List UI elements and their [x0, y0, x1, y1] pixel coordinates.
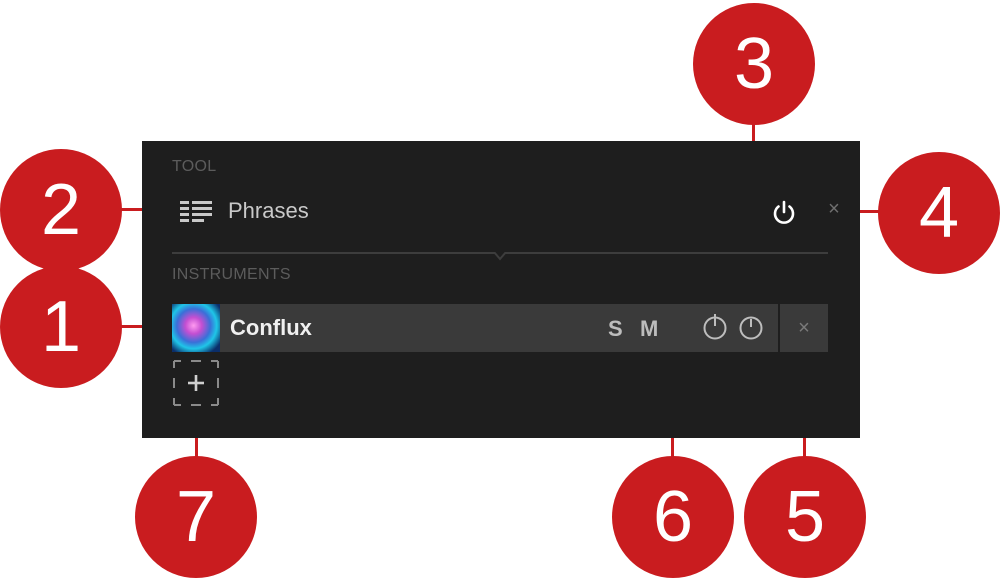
callout-7: 7	[135, 456, 257, 578]
callout-1: 1	[0, 266, 122, 388]
divider-notch	[494, 252, 506, 261]
plus-icon	[188, 375, 204, 391]
tool-row[interactable]: Phrases ×	[172, 193, 840, 229]
power-icon[interactable]	[770, 199, 798, 227]
instrument-thumbnail	[172, 304, 220, 352]
instruments-section-label: INSTRUMENTS	[172, 266, 291, 283]
tool-instruments-panel: TOOL Phrases × INSTRUMENTS Conflux S M ×	[142, 141, 860, 438]
solo-button[interactable]: S	[608, 316, 623, 342]
instrument-close-icon[interactable]: ×	[794, 318, 814, 338]
tool-name: Phrases	[228, 198, 309, 223]
instrument-row[interactable]: Conflux S M	[172, 304, 778, 352]
callout-6: 6	[612, 456, 734, 578]
callout-5: 5	[744, 456, 866, 578]
mute-button[interactable]: M	[640, 316, 658, 342]
callout-4: 4	[878, 152, 1000, 274]
tool-close-icon[interactable]: ×	[824, 199, 844, 219]
add-instrument-button[interactable]	[173, 360, 219, 406]
callout-3: 3	[693, 3, 815, 125]
tool-section-label: TOOL	[172, 158, 217, 175]
instrument-remove-area[interactable]: ×	[780, 304, 828, 352]
volume-knob-icon[interactable]	[702, 314, 728, 340]
instrument-name: Conflux	[230, 315, 312, 340]
callout-2: 2	[0, 149, 122, 271]
list-lines-icon	[180, 201, 212, 222]
pan-knob-icon[interactable]	[738, 314, 764, 340]
